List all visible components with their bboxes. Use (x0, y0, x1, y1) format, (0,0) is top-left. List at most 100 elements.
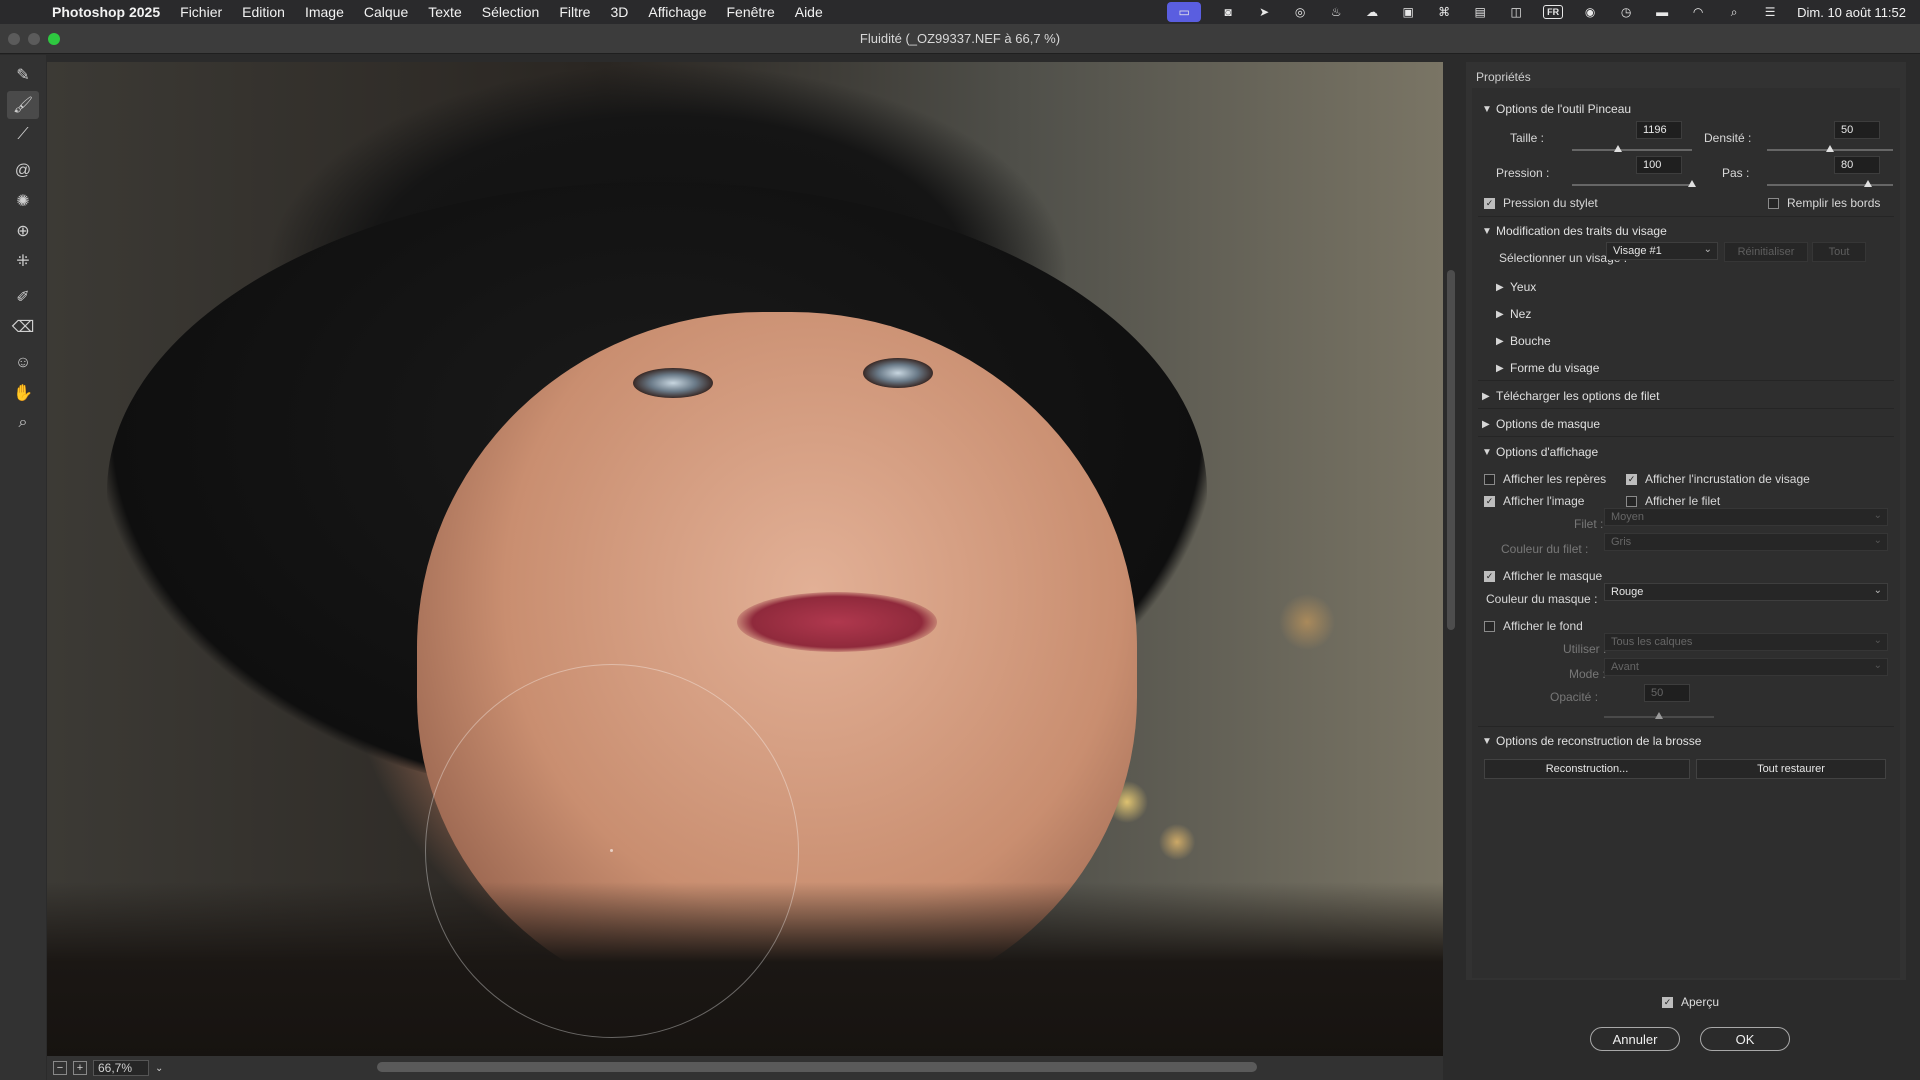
freeze-mask-tool-icon[interactable]: ✐ (7, 283, 39, 311)
reconstruct-options-header[interactable]: ▼ Options de reconstruction de la brosse (1482, 734, 1701, 748)
bloat-tool-icon[interactable]: ⊕ (7, 217, 39, 245)
rate-slider-thumb[interactable] (1863, 180, 1872, 187)
eyes-subsection[interactable]: ▶ Yeux (1496, 280, 1536, 294)
mesh-color-dropdown[interactable]: Gris ⌄ (1604, 533, 1888, 551)
menu-fichier[interactable]: Fichier (180, 4, 222, 20)
twirl-tool-icon[interactable]: @ (7, 157, 39, 185)
control-center-icon[interactable]: ☰ (1761, 5, 1779, 19)
opacity-slider-thumb[interactable] (1655, 712, 1663, 719)
opacity-input[interactable]: 50 (1644, 684, 1690, 702)
canvas-vertical-scrollbar[interactable] (1447, 270, 1455, 630)
rate-slider[interactable] (1767, 180, 1893, 187)
select-face-dropdown[interactable]: Visage #1 ⌄ (1606, 242, 1718, 260)
mask-options-header[interactable]: ▶ Options de masque (1482, 417, 1600, 431)
zoom-tool-icon[interactable]: ⌕ (7, 409, 39, 437)
forward-warp-tool-icon[interactable]: ✎ (7, 61, 39, 89)
menu-image[interactable]: Image (305, 4, 344, 20)
menu-affichage[interactable]: Affichage (648, 4, 706, 20)
pin-edges-checkbox-row[interactable]: Remplir les bords (1768, 196, 1880, 210)
menu-filtre[interactable]: Filtre (559, 4, 590, 20)
size-slider-thumb[interactable] (1613, 145, 1622, 152)
push-left-tool-icon[interactable]: ⁜ (7, 247, 39, 275)
brush-options-header[interactable]: ▼ Options de l'outil Pinceau (1482, 102, 1631, 116)
flame-icon[interactable]: ♨ (1327, 5, 1345, 19)
pressure-input[interactable]: 100 (1636, 156, 1682, 174)
nose-subsection[interactable]: ▶ Nez (1496, 307, 1531, 321)
menu-calque[interactable]: Calque (364, 4, 408, 20)
show-backdrop-checkbox[interactable] (1484, 620, 1495, 632)
camera-icon[interactable]: ◙ (1219, 5, 1237, 19)
app-square-icon[interactable]: ▣ (1399, 5, 1417, 19)
command-icon[interactable]: ⌘ (1435, 5, 1453, 19)
user-icon[interactable]: ◉ (1581, 5, 1599, 19)
menu-texte[interactable]: Texte (428, 4, 461, 20)
pin-edges-checkbox[interactable] (1768, 197, 1779, 209)
image-canvas[interactable] (47, 62, 1443, 1056)
show-mask-checkbox[interactable]: ✓ (1484, 570, 1495, 582)
smooth-tool-icon[interactable]: ⟋ (7, 121, 39, 149)
density-slider[interactable] (1767, 145, 1893, 152)
battery-icon[interactable]: ▬ (1653, 5, 1671, 19)
show-guides-row[interactable]: Afficher les repères (1484, 472, 1606, 486)
mesh-size-dropdown[interactable]: Moyen ⌄ (1604, 508, 1888, 526)
cursor-icon[interactable]: ➤ (1255, 5, 1273, 19)
density-slider-thumb[interactable] (1826, 145, 1834, 152)
wifi-icon[interactable]: ◠ (1689, 5, 1707, 19)
face-tool-icon[interactable]: ☺ (7, 349, 39, 377)
minimize-window-button[interactable] (28, 33, 40, 45)
preview-checkbox[interactable]: ✓ (1662, 996, 1673, 1008)
cancel-button[interactable]: Annuler (1590, 1027, 1680, 1051)
reconstruct-tool-icon[interactable]: 🖌 (7, 91, 39, 119)
zoom-window-button[interactable] (48, 33, 60, 45)
clipboard-icon[interactable]: ▤ (1471, 5, 1489, 19)
opacity-slider[interactable] (1604, 712, 1714, 719)
show-mask-row[interactable]: ✓ Afficher le masque (1484, 569, 1602, 583)
show-backdrop-row[interactable]: Afficher le fond (1484, 619, 1583, 633)
show-face-overlay-row[interactable]: ✓ Afficher l'incrustation de visage (1626, 472, 1810, 486)
preview-checkbox-row[interactable]: ✓ Aperçu (1662, 995, 1719, 1009)
pressure-slider[interactable] (1572, 180, 1696, 187)
canvas-horizontal-scrollbar[interactable] (377, 1062, 1257, 1072)
close-window-button[interactable] (8, 33, 20, 45)
rate-input[interactable]: 80 (1834, 156, 1880, 174)
input-source-badge[interactable]: FR (1543, 5, 1564, 19)
menu-aide[interactable]: Aide (795, 4, 823, 20)
creative-cloud-icon[interactable]: ☁ (1363, 5, 1381, 19)
window-split-icon[interactable]: ◫ (1507, 5, 1525, 19)
face-shape-subsection[interactable]: ▶ Forme du visage (1496, 361, 1599, 375)
mode-dropdown[interactable]: Avant ⌄ (1604, 658, 1888, 676)
zoom-in-button[interactable]: + (73, 1061, 87, 1075)
reconstruct-button[interactable]: Reconstruction... (1484, 759, 1690, 779)
screen-share-icon[interactable]: ▭ (1167, 2, 1202, 22)
time-machine-icon[interactable]: ◷ (1617, 5, 1635, 19)
show-guides-checkbox[interactable] (1484, 473, 1495, 485)
face-aware-header[interactable]: ▼ Modification des traits du visage (1482, 224, 1667, 238)
zoom-out-button[interactable]: − (53, 1061, 67, 1075)
menu-clock[interactable]: Dim. 10 août 11:52 (1797, 5, 1906, 20)
menu-edition[interactable]: Edition (242, 4, 285, 20)
show-image-row[interactable]: ✓ Afficher l'image (1484, 494, 1584, 508)
all-faces-button[interactable]: Tout (1812, 242, 1866, 262)
load-mesh-options-header[interactable]: ▶ Télécharger les options de filet (1482, 389, 1659, 403)
mask-color-dropdown[interactable]: Rouge ⌄ (1604, 583, 1888, 601)
size-input[interactable]: 1196 (1636, 121, 1682, 139)
search-icon[interactable]: ⌕ (1725, 5, 1743, 19)
pucker-tool-icon[interactable]: ✺ (7, 187, 39, 215)
thaw-mask-tool-icon[interactable]: ⌫ (7, 313, 39, 341)
menu-fenetre[interactable]: Fenêtre (726, 4, 774, 20)
app-menu[interactable]: Photoshop 2025 (52, 4, 160, 20)
ok-button[interactable]: OK (1700, 1027, 1790, 1051)
show-face-overlay-checkbox[interactable]: ✓ (1626, 473, 1637, 485)
show-image-checkbox[interactable]: ✓ (1484, 495, 1495, 507)
reset-face-button[interactable]: Réinitialiser (1724, 242, 1808, 262)
show-mesh-row[interactable]: Afficher le filet (1626, 494, 1720, 508)
stylus-pressure-checkbox[interactable]: ✓ (1484, 197, 1495, 209)
menu-3d[interactable]: 3D (610, 4, 628, 20)
use-layers-dropdown[interactable]: Tous les calques ⌄ (1604, 633, 1888, 651)
restore-all-button[interactable]: Tout restaurer (1696, 759, 1886, 779)
view-options-header[interactable]: ▼ Options d'affichage (1482, 445, 1598, 459)
pressure-slider-thumb[interactable] (1688, 180, 1696, 187)
menu-selection[interactable]: Sélection (482, 4, 540, 20)
hand-tool-icon[interactable]: ✋ (7, 379, 39, 407)
size-slider[interactable] (1572, 145, 1692, 152)
